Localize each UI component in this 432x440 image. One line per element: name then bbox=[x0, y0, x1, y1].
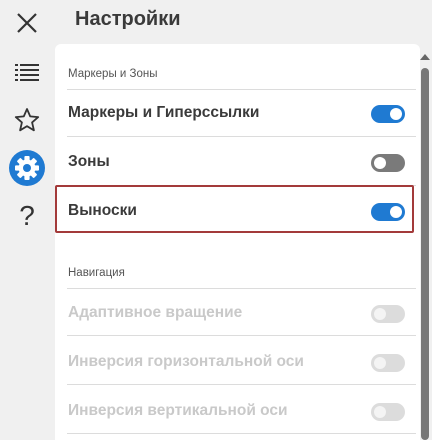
star-icon bbox=[14, 108, 40, 132]
divider bbox=[67, 433, 416, 434]
setting-label-invert-horizontal: Инверсия горизонтальной оси bbox=[68, 353, 304, 370]
toggle-knob bbox=[374, 357, 386, 369]
section-title-markers: Маркеры и Зоны bbox=[68, 68, 158, 80]
toggle-knob bbox=[374, 406, 386, 418]
divider bbox=[67, 136, 416, 137]
setting-label-invert-vertical: Инверсия вертикальной оси bbox=[68, 402, 288, 419]
toggle-adaptive-rotation bbox=[371, 305, 405, 323]
toggle-invert-vertical bbox=[371, 403, 405, 421]
divider bbox=[67, 384, 416, 385]
setting-label-zones: Зоны bbox=[68, 153, 110, 170]
close-icon bbox=[17, 13, 37, 33]
setting-label-markers-links: Маркеры и Гиперссылки bbox=[68, 104, 260, 121]
divider bbox=[67, 335, 416, 336]
scrollbar-thumb[interactable] bbox=[421, 68, 429, 440]
close-button[interactable] bbox=[5, 3, 49, 43]
list-icon bbox=[15, 64, 39, 81]
toggle-knob bbox=[374, 157, 386, 169]
contents-button[interactable] bbox=[5, 52, 49, 92]
toggle-knob bbox=[390, 206, 402, 218]
settings-panel: Маркеры и Зоны Маркеры и Гиперссылки Зон… bbox=[55, 44, 420, 440]
divider bbox=[67, 89, 416, 90]
favorites-button[interactable] bbox=[5, 100, 49, 140]
setting-label-callouts: Выноски bbox=[68, 202, 137, 219]
toggle-invert-horizontal bbox=[371, 354, 405, 372]
setting-label-adaptive-rotation: Адаптивное вращение bbox=[68, 304, 243, 321]
help-icon: ? bbox=[19, 200, 35, 231]
toggle-knob bbox=[374, 308, 386, 320]
divider bbox=[67, 288, 416, 289]
toggle-knob bbox=[390, 108, 402, 120]
help-button[interactable]: ? bbox=[5, 196, 49, 236]
toggle-markers-links[interactable] bbox=[371, 105, 405, 123]
scroll-up-arrow-icon[interactable] bbox=[420, 54, 430, 60]
toggle-callouts[interactable] bbox=[371, 203, 405, 221]
toggle-zones[interactable] bbox=[371, 154, 405, 172]
section-title-navigation: Навигация bbox=[68, 267, 125, 279]
settings-button[interactable] bbox=[5, 148, 49, 188]
side-rail: ? bbox=[0, 0, 54, 440]
page-title: Настройки bbox=[75, 8, 181, 30]
gear-icon bbox=[9, 150, 45, 186]
